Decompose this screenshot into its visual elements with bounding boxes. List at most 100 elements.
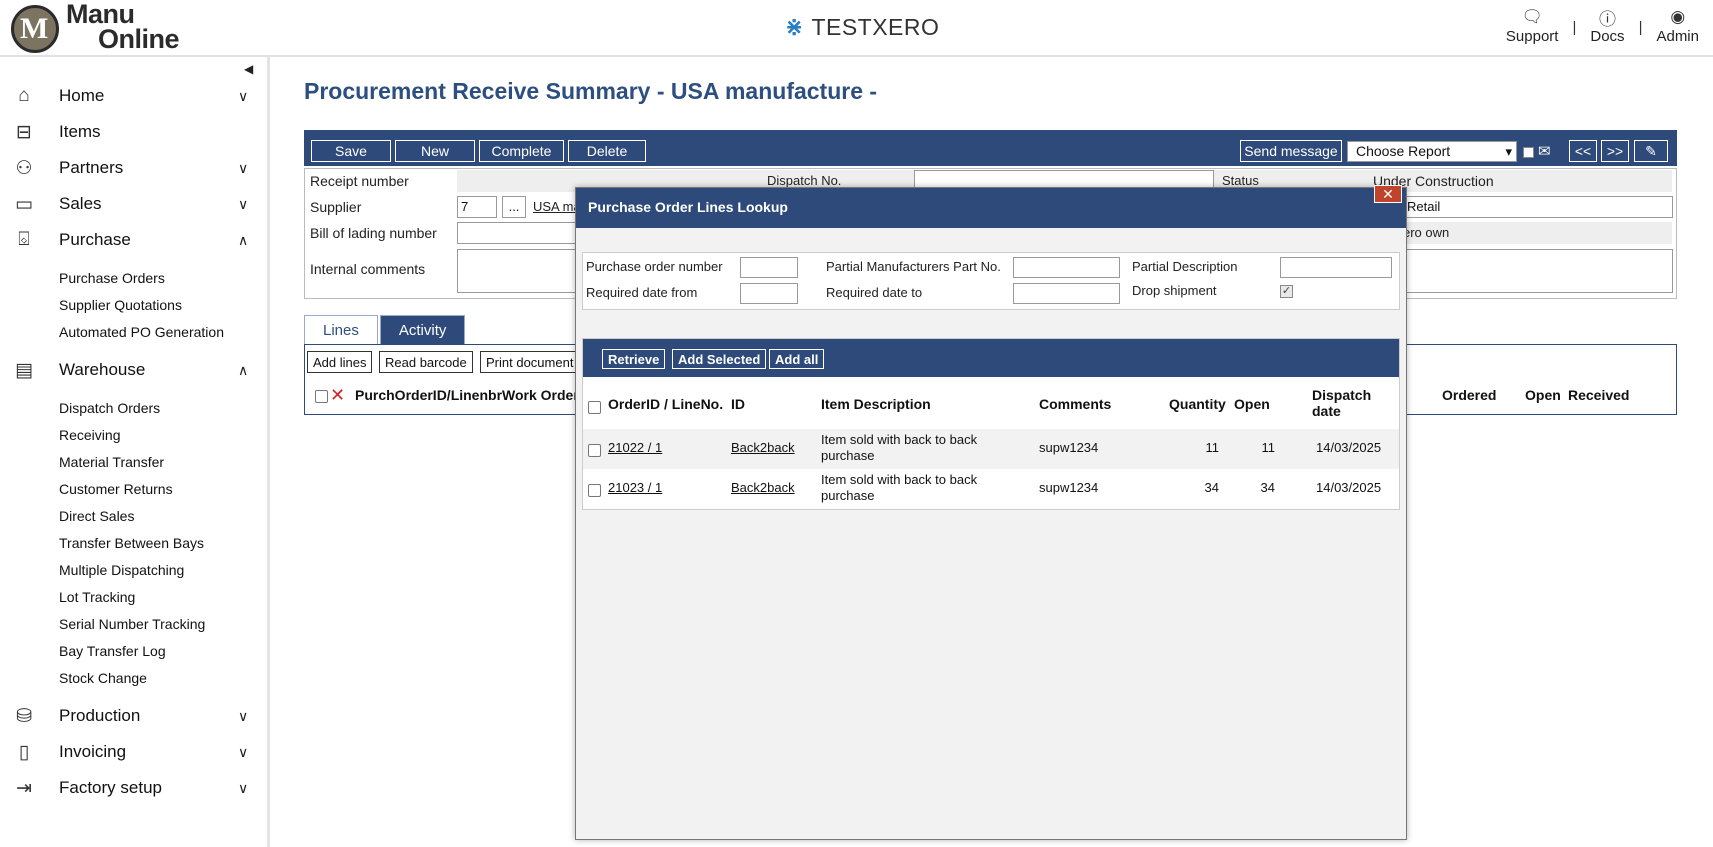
select-all-results-checkbox[interactable] [588, 401, 601, 414]
partial-description-input[interactable] [1280, 257, 1392, 278]
logo-line-2: Online [98, 24, 180, 54]
sidebar-item-warehouse[interactable]: ▤ Warehouse ∧ [0, 356, 262, 384]
select-all-lines-checkbox[interactable] [315, 390, 328, 403]
sidebar-item-invoicing[interactable]: ▯ Invoicing ∨ [0, 738, 262, 766]
partial-mpn-input[interactable] [1013, 257, 1120, 278]
dispatch-date-cell: 14/03/2025 [1316, 440, 1382, 455]
send-message-button[interactable]: Send message [1240, 140, 1342, 162]
items-icon: ⊟ [16, 121, 32, 143]
sidebar-subitem-bay-transfer-log[interactable]: Bay Transfer Log [59, 643, 166, 659]
retail-select[interactable]: Retail [1403, 196, 1673, 218]
chat-icon: 🗨 [1521, 7, 1543, 26]
sidebar-item-home[interactable]: ⌂ Home ∨ [0, 82, 262, 110]
print-document-button[interactable]: Print document [480, 351, 580, 373]
supplier-id-input[interactable]: 7 [457, 196, 497, 218]
sidebar-subitem-dispatch-orders[interactable]: Dispatch Orders [59, 400, 160, 416]
admin-link[interactable]: ◉ Admin [1656, 6, 1699, 45]
supplier-name-link[interactable]: USA ma [533, 199, 581, 214]
dialog-title: Purchase Order Lines Lookup [588, 199, 788, 215]
docs-label: Docs [1590, 28, 1625, 45]
tab-activity[interactable]: Activity [379, 315, 466, 345]
table-row[interactable]: 21022 / 1 Back2back Item sold with back … [583, 429, 1399, 469]
notes-textarea[interactable] [1403, 249, 1673, 293]
row-checkbox[interactable] [588, 444, 601, 457]
status-label: Status [1222, 173, 1259, 188]
header-separator: | [1638, 19, 1643, 36]
column-dispatch-line-2: date [1312, 403, 1341, 419]
column-dispatch-date: Dispatch date [1312, 387, 1371, 419]
sidebar-item-sales[interactable]: ▭ Sales ∨ [0, 190, 262, 218]
required-date-to-label: Required date to [826, 285, 923, 300]
quantity-cell: 11 [1205, 440, 1220, 455]
dialog-header: Purchase Order Lines Lookup ✕ [576, 185, 1406, 228]
attach-button[interactable]: ✎ [1634, 140, 1668, 162]
company-brand: ⋇ TESTXERO [785, 13, 939, 41]
sidebar-item-purchase[interactable]: ⌺ Purchase ∧ [0, 226, 262, 254]
add-lines-button[interactable]: Add lines [307, 351, 373, 373]
support-link[interactable]: 🗨 Support [1506, 6, 1559, 45]
order-line-link[interactable]: 21022 / 1 [608, 440, 662, 456]
main-toolbar: Save New Complete Delete Send message Ch… [304, 130, 1677, 166]
sidebar-item-factory-setup[interactable]: ⇥ Factory setup ∨ [0, 774, 262, 802]
table-row[interactable]: 21023 / 1 Back2back Item sold with back … [583, 469, 1399, 509]
required-date-from-input[interactable] [740, 283, 798, 304]
choose-report-select[interactable]: Choose Report [1347, 141, 1517, 162]
drop-shipment-checkbox[interactable]: ✓ [1280, 285, 1293, 298]
tab-lines[interactable]: Lines [304, 315, 378, 345]
sidebar-subitem-receiving[interactable]: Receiving [59, 427, 120, 443]
item-id-link[interactable]: Back2back [731, 480, 795, 496]
admin-label: Admin [1656, 28, 1699, 45]
item-id-link[interactable]: Back2back [731, 440, 795, 456]
bill-of-lading-input[interactable] [457, 222, 577, 244]
results-toolbar: Retrieve Add Selected Add all [583, 339, 1399, 377]
retrieve-button[interactable]: Retrieve [602, 349, 666, 369]
new-button[interactable]: New [395, 140, 475, 162]
sidebar-subitem-transfer-between-bays[interactable]: Transfer Between Bays [59, 535, 204, 551]
column-received: Received [1568, 387, 1630, 403]
company-name: TESTXERO [811, 13, 940, 40]
sidebar-item-items[interactable]: ⊟ Items [0, 118, 262, 146]
complete-button[interactable]: Complete [479, 140, 564, 162]
delete-button[interactable]: Delete [568, 140, 646, 162]
save-button[interactable]: Save [311, 140, 391, 162]
sidebar-subitem-serial-number-tracking[interactable]: Serial Number Tracking [59, 616, 205, 632]
order-line-link[interactable]: 21023 / 1 [608, 480, 662, 496]
docs-link[interactable]: ⓘ Docs [1590, 6, 1625, 46]
column-open: Open [1525, 387, 1561, 403]
dispatch-no-label: Dispatch No. [767, 173, 842, 188]
row-checkbox[interactable] [588, 484, 601, 497]
sidebar-subitem-lot-tracking[interactable]: Lot Tracking [59, 589, 135, 605]
description-line-1: Item sold with back to back [821, 432, 978, 447]
internal-comments-textarea[interactable] [457, 249, 577, 293]
supplier-browse-button[interactable]: ... [502, 196, 526, 218]
sidebar-item-production[interactable]: ⛁ Production ∨ [0, 702, 262, 730]
sidebar-item-partners[interactable]: ⚇ Partners ∨ [0, 154, 262, 182]
sidebar-item-label: Partners [59, 158, 124, 177]
add-selected-button[interactable]: Add Selected [672, 349, 767, 369]
chevron-down-icon: ∨ [238, 159, 249, 176]
delete-lines-icon[interactable]: ✕ [330, 385, 345, 406]
add-all-button[interactable]: Add all [769, 349, 825, 369]
required-date-to-input[interactable] [1013, 283, 1120, 304]
column-ordered: Ordered [1442, 387, 1497, 403]
po-number-input[interactable] [740, 257, 798, 278]
sidebar-subitem-direct-sales[interactable]: Direct Sales [59, 508, 134, 524]
manu-online-logo[interactable]: Manu Online [11, 1, 211, 55]
sidebar-subitem-supplier-quotations[interactable]: Supplier Quotations [59, 297, 182, 313]
help-icon: ⓘ [1598, 9, 1616, 29]
sidebar-subitem-customer-returns[interactable]: Customer Returns [59, 481, 173, 497]
mail-icon[interactable]: ✉ [1538, 142, 1551, 160]
next-button[interactable]: >> [1601, 140, 1629, 162]
sidebar-subitem-multiple-dispatching[interactable]: Multiple Dispatching [59, 562, 184, 578]
collapse-sidebar-icon[interactable]: ◀ [244, 62, 253, 76]
report-checkbox[interactable] [1523, 147, 1534, 158]
sidebar-subitem-purchase-orders[interactable]: Purchase Orders [59, 270, 165, 286]
previous-button[interactable]: << [1569, 140, 1597, 162]
close-icon[interactable]: ✕ [1374, 185, 1402, 203]
sidebar-subitem-material-transfer[interactable]: Material Transfer [59, 454, 164, 470]
column-comments: Comments [1039, 396, 1112, 412]
sidebar-subitem-stock-change[interactable]: Stock Change [59, 670, 147, 686]
sidebar-subitem-automated-po[interactable]: Automated PO Generation [59, 324, 224, 340]
read-barcode-button[interactable]: Read barcode [379, 351, 473, 373]
partial-description-label: Partial Description [1132, 259, 1238, 274]
